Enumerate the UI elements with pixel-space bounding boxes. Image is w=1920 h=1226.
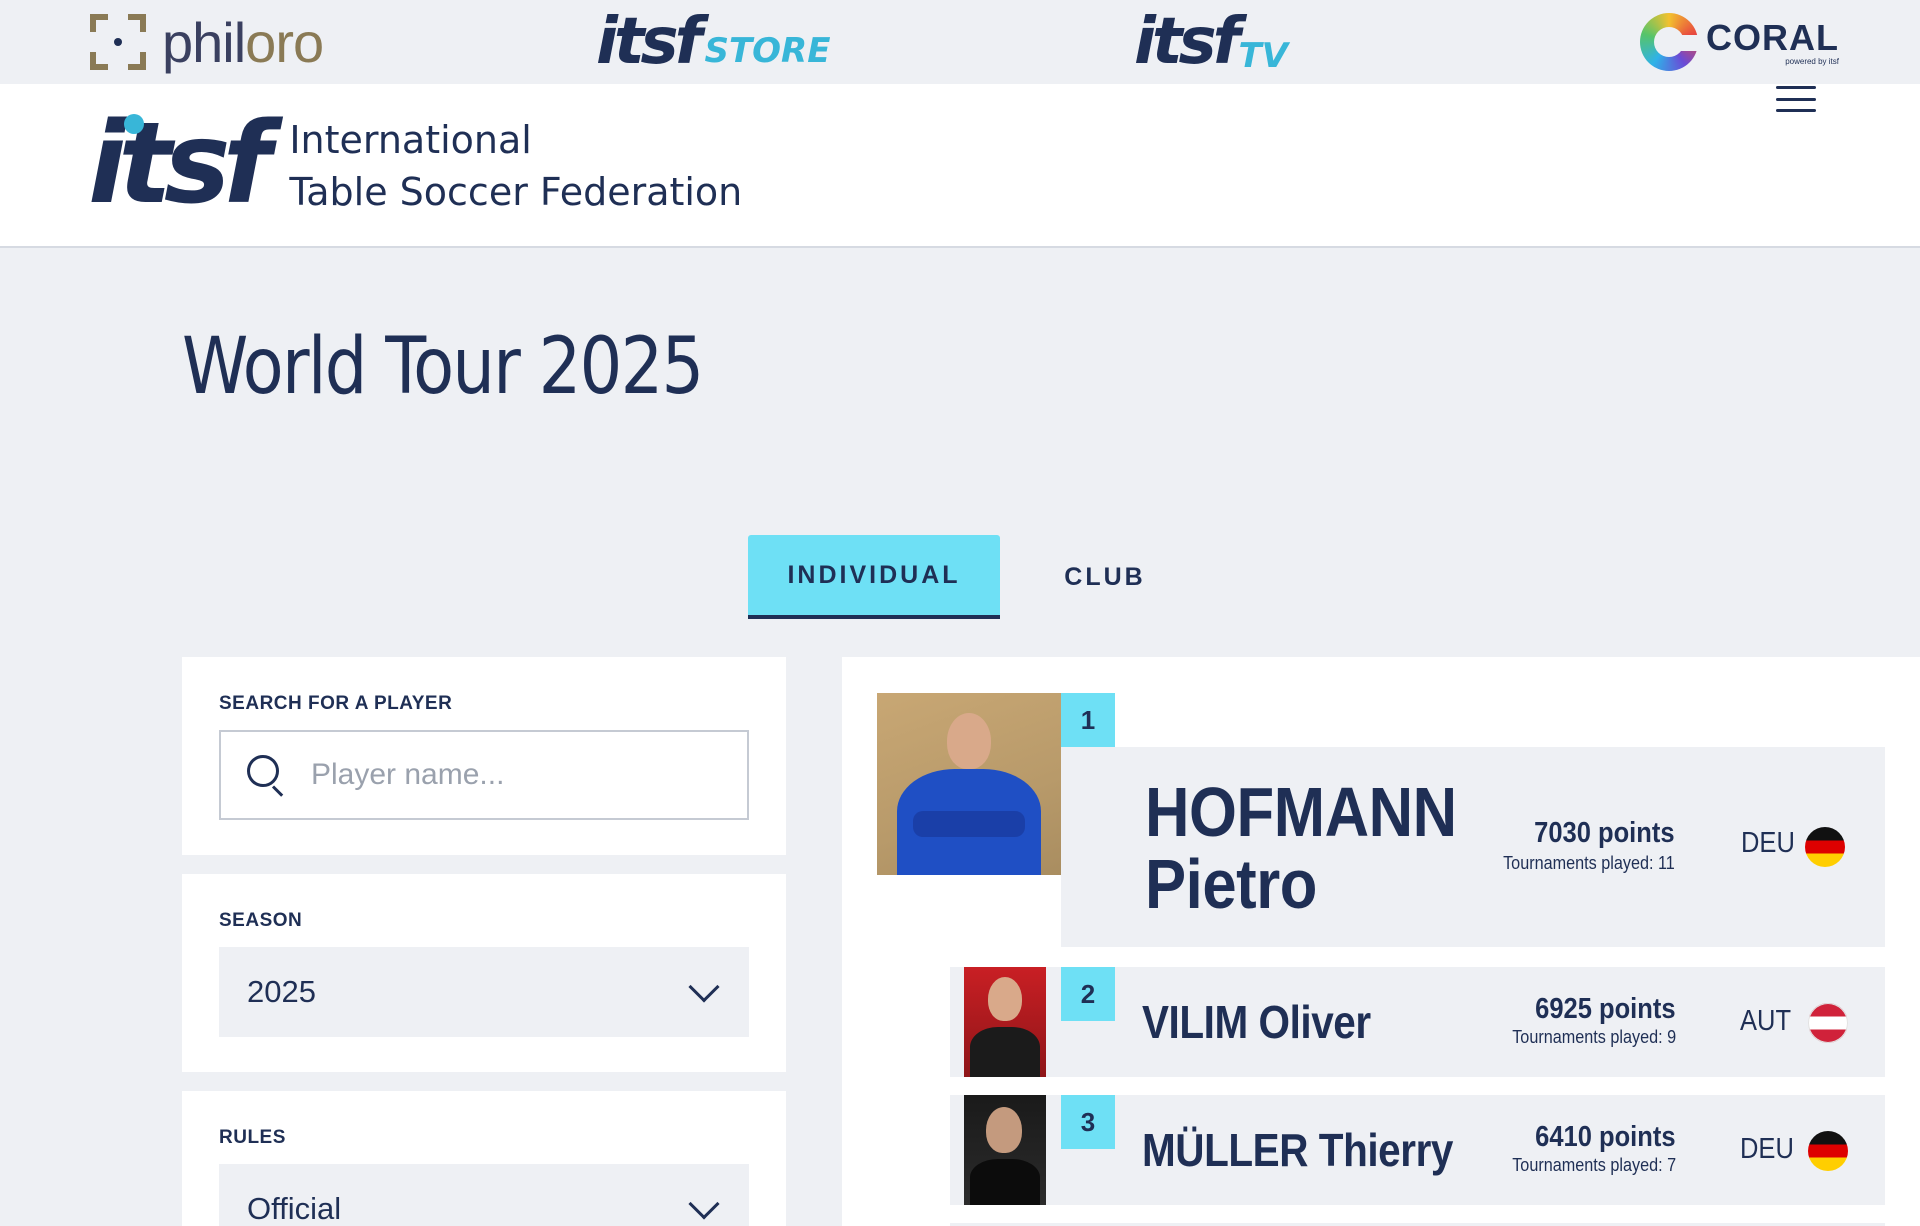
federation-name-line2: Table Soccer Federation [289,170,743,214]
philoro-logo-text: philoro [162,10,324,74]
search-label: SEARCH FOR A PLAYER [219,693,453,714]
player-country: DEU [1740,1133,1794,1165]
itsf-tv-logo-suffix: TV [1238,36,1288,76]
coral-sponsor-link[interactable]: CORAL powered by itsf [1640,0,1839,84]
tournaments-played: Tournaments played: 11 [1503,853,1675,873]
itsf-tv-sponsor-link[interactable]: itsf TV [1134,0,1288,84]
itsf-store-sponsor-link[interactable]: itsf STORE [596,0,830,84]
search-input[interactable] [311,758,711,792]
rank-badge: 1 [1061,693,1115,747]
rank-badge: 2 [1061,967,1115,1021]
player-points: 6410 points [1535,1121,1676,1153]
germany-flag-icon [1808,1131,1848,1171]
season-label: SEASON [219,910,303,931]
ranking-row-3[interactable]: 3 MÜLLER Thierry 6410 points Tournaments… [950,1095,1885,1205]
rank-badge: 3 [1061,1095,1115,1149]
tab-club[interactable]: CLUB [1040,535,1170,619]
itsf-tv-logo-word: itsf [1134,5,1240,79]
player-first-name: Pietro [1145,845,1317,923]
ranking-row-2[interactable]: 2 VILIM Oliver 6925 points Tournaments p… [950,967,1885,1077]
chevron-down-icon [688,971,720,1003]
player-points: 7030 points [1534,817,1675,849]
player-card: HOFMANN Pietro 7030 points Tournaments p… [1061,747,1885,947]
logo-dot-icon [124,114,144,134]
philoro-logo-icon [90,14,146,70]
coral-logo-tagline: powered by itsf [1785,56,1839,66]
hamburger-menu-icon[interactable] [1776,84,1816,112]
coral-logo-icon [1640,13,1700,71]
ranking-row-1[interactable]: 1 HOFMANN Pietro 7030 points Tournaments… [877,693,1885,947]
search-field[interactable] [219,730,749,820]
itsf-store-logo-word: itsf [596,5,702,79]
search-icon [247,755,287,797]
rules-select[interactable]: Official [219,1164,749,1226]
player-photo [877,693,1061,875]
itsf-home-link[interactable]: itsf International Table Soccer Federati… [88,108,742,220]
site-header: itsf International Table Soccer Federati… [0,84,1920,248]
season-value: 2025 [247,974,316,1009]
player-photo [964,1095,1046,1205]
coral-logo-text: CORAL [1706,16,1839,58]
federation-name-line1: International [289,118,532,162]
player-photo [964,967,1046,1077]
player-last-name: HOFMANN [1145,773,1457,851]
sponsor-bar: philoro itsf STORE itsf TV CORAL powered… [0,0,1920,84]
ranking-panel: 1 HOFMANN Pietro 7030 points Tournaments… [842,657,1920,1226]
rules-panel: RULES Official [182,1091,786,1226]
player-name: MÜLLER Thierry [1142,1124,1453,1176]
rules-value: Official [247,1191,342,1226]
philoro-sponsor-link[interactable]: philoro [90,0,324,84]
season-select[interactable]: 2025 [219,947,749,1037]
search-panel: SEARCH FOR A PLAYER [182,657,786,855]
player-points: 6925 points [1535,993,1676,1025]
season-panel: SEASON 2025 [182,874,786,1072]
itsf-logo: itsf [88,108,271,220]
tournaments-played: Tournaments played: 9 [1512,1027,1676,1047]
page-title: World Tour 2025 [182,322,704,412]
player-country: DEU [1741,827,1795,859]
austria-flag-icon [1808,1003,1848,1043]
itsf-logo-word: itsf [88,99,271,229]
germany-flag-icon [1805,827,1845,867]
rules-label: RULES [219,1127,286,1148]
player-country: AUT [1740,1005,1792,1037]
itsf-store-logo-suffix: STORE [704,31,831,71]
tab-individual[interactable]: INDIVIDUAL [748,535,1000,619]
tournaments-played: Tournaments played: 7 [1512,1155,1676,1175]
chevron-down-icon [688,1188,720,1220]
federation-name: International Table Soccer Federation [289,114,742,218]
player-name: VILIM Oliver [1142,996,1371,1048]
